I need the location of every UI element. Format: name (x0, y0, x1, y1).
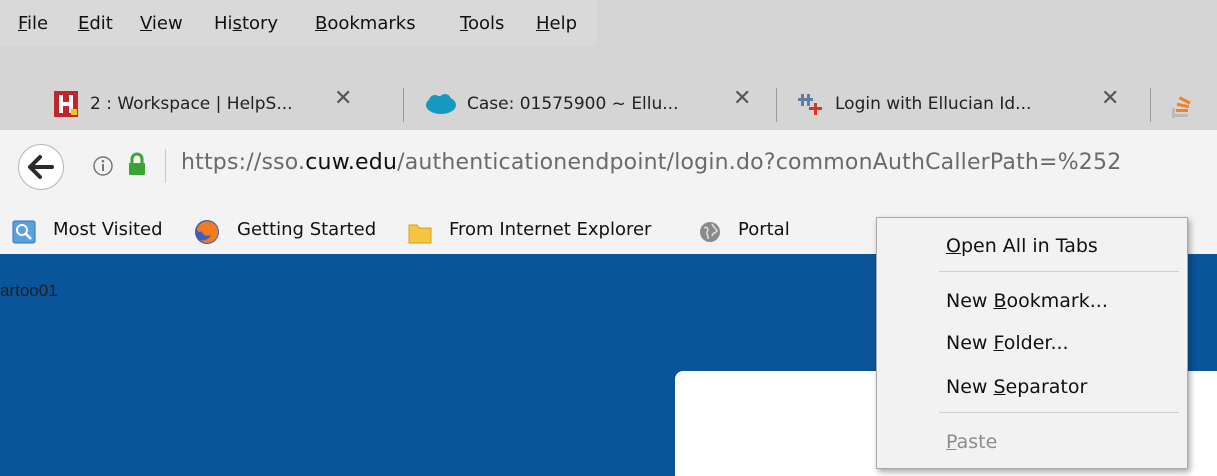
username-text: artoo01 (0, 281, 58, 300)
tab-ellucian-login[interactable]: Login with Ellucian Id... ✕ (797, 84, 1137, 124)
tab-title: Case: 01575900 ~ Ellu... (467, 94, 679, 114)
menu-file[interactable]: File (18, 13, 48, 34)
menu-separator (939, 412, 1179, 413)
menu-bookmarks[interactable]: Bookmarks (315, 13, 416, 34)
site-info-icon[interactable] (92, 155, 114, 177)
menu-bar-background (597, 0, 1217, 46)
menu-new-bookmark[interactable]: New Bookmark... (946, 290, 1108, 312)
salesforce-cloud-icon (426, 94, 456, 114)
back-arrow-icon (28, 155, 54, 179)
tab-title: 2 : Workspace | HelpS... (90, 94, 293, 114)
menu-help[interactable]: Help (536, 13, 577, 34)
tab-close-button[interactable]: ✕ (1101, 86, 1119, 111)
menu-view[interactable]: View (140, 13, 183, 34)
menu-paste: Paste (946, 431, 998, 453)
stack-overflow-icon[interactable] (1170, 92, 1194, 120)
tab-helpspot[interactable]: 2 : Workspace | HelpS... ✕ (52, 84, 392, 124)
tab-separator (1150, 88, 1151, 122)
tab-title: Login with Ellucian Id... (835, 94, 1032, 114)
bookmarks-context-menu: Open All in Tabs New Bookmark... New Fol… (876, 217, 1188, 469)
menu-new-separator[interactable]: New Separator (946, 376, 1087, 398)
globe-icon (700, 222, 720, 242)
lock-icon[interactable] (126, 152, 148, 178)
url-text[interactable]: https://sso.cuw.edu/authenticationendpoi… (181, 150, 1121, 175)
bookmark-folder-from-internet-explorer[interactable]: From Internet Explorer (449, 219, 651, 240)
menu-edit[interactable]: Edit (78, 13, 113, 34)
back-button[interactable] (18, 144, 64, 190)
tab-separator (403, 88, 404, 122)
tab-separator (776, 88, 777, 122)
helpspot-icon (54, 91, 78, 117)
firefox-icon (195, 220, 219, 244)
menu-tools[interactable]: Tools (460, 13, 504, 34)
menu-separator (939, 271, 1179, 272)
tab-salesforce-case[interactable]: Case: 01575900 ~ Ellu... ✕ (425, 84, 765, 124)
menu-new-folder[interactable]: New Folder... (946, 332, 1069, 354)
ellucian-icon (798, 94, 822, 115)
menu-open-all-in-tabs[interactable]: Open All in Tabs (946, 235, 1098, 257)
menu-history[interactable]: History (214, 13, 278, 34)
tab-close-button[interactable]: ✕ (733, 86, 751, 111)
url-divider (165, 149, 166, 183)
folder-icon (408, 224, 432, 244)
bookmark-portal[interactable]: Portal (738, 219, 790, 240)
bookmark-getting-started[interactable]: Getting Started (237, 219, 376, 240)
tab-close-button[interactable]: ✕ (334, 86, 352, 111)
bookmark-most-visited[interactable]: Most Visited (53, 219, 163, 240)
most-visited-icon (12, 220, 36, 244)
